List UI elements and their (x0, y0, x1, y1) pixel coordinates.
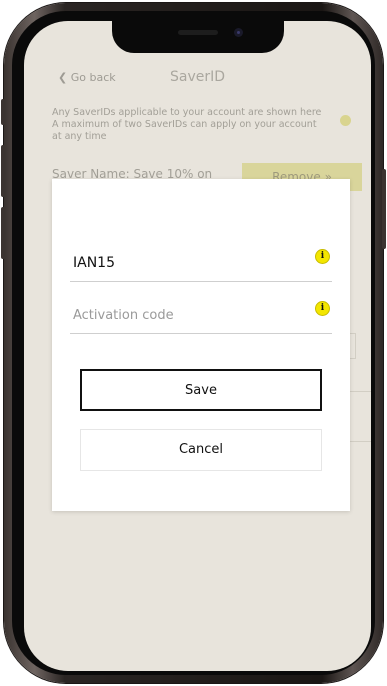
phone-frame: ❮ Go back SaverID Any SaverIDs applicabl… (1, 3, 386, 683)
saverid-field[interactable]: i (70, 241, 332, 282)
saverid-modal: i Activation code i Save Cancel (52, 179, 350, 511)
mute-switch (1, 99, 5, 125)
front-camera (234, 28, 243, 37)
cancel-button[interactable]: Cancel (80, 429, 322, 471)
activation-code-input[interactable]: Activation code (73, 308, 174, 323)
screen: ❮ Go back SaverID Any SaverIDs applicabl… (24, 21, 371, 671)
info-icon[interactable]: i (315, 249, 330, 264)
saverid-input[interactable] (73, 255, 303, 271)
volume-down-button (1, 207, 5, 259)
power-button (382, 169, 386, 249)
save-button[interactable]: Save (80, 369, 322, 411)
notch (112, 21, 284, 53)
volume-up-button (1, 145, 5, 197)
speaker-grille (178, 30, 218, 35)
activation-code-field[interactable]: Activation code i (70, 293, 332, 334)
info-icon[interactable]: i (315, 301, 330, 316)
